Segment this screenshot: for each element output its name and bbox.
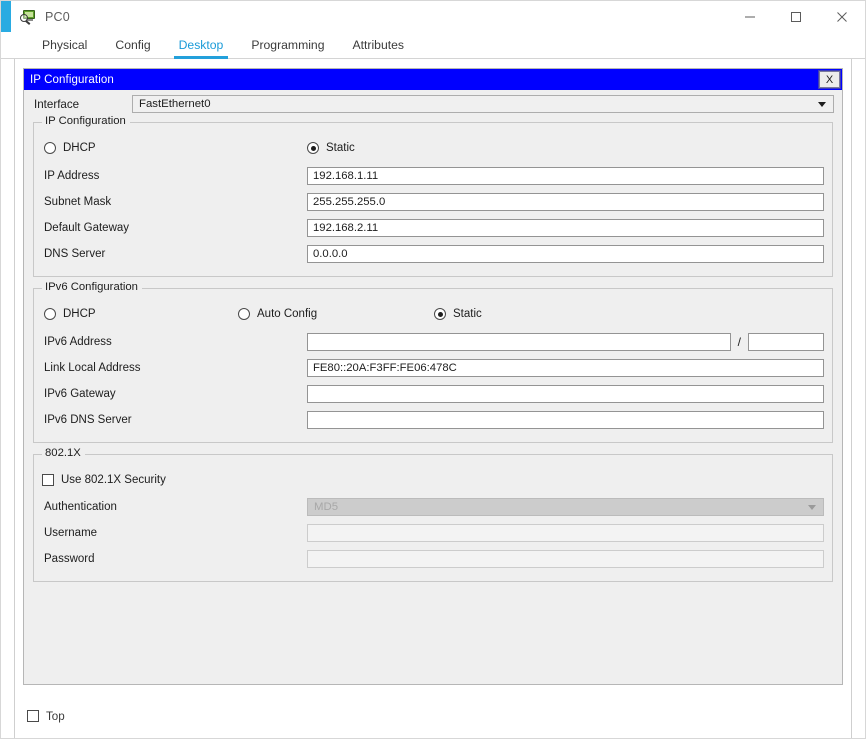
ipv6-gateway-input[interactable] [307, 385, 824, 403]
ipv6-static-radio[interactable] [434, 308, 446, 320]
ip-configuration-title: IP Configuration [30, 73, 114, 86]
tab-config[interactable]: Config [101, 38, 164, 58]
ip-address-input[interactable]: 192.168.1.11 [307, 167, 824, 185]
ip-address-row: IP Address 192.168.1.11 [42, 163, 824, 189]
chevron-down-icon [808, 505, 816, 510]
use-dot1x-security-row[interactable]: Use 802.1X Security [42, 468, 824, 492]
dns-server-label: DNS Server [44, 248, 106, 260]
ipv6-mode-row: DHCP Auto Config Static [42, 302, 824, 326]
close-icon [837, 11, 847, 22]
ipv6-prefix-separator: / [737, 335, 741, 349]
password-label: Password [44, 553, 95, 565]
subnet-mask-input[interactable]: 255.255.255.0 [307, 193, 824, 211]
ipv6-dhcp-radio[interactable] [44, 308, 56, 320]
password-input[interactable] [307, 550, 824, 568]
interface-dropdown-value: FastEthernet0 [139, 98, 211, 110]
subnet-mask-label: Subnet Mask [44, 196, 112, 208]
ipv6-prefix-length-input[interactable] [748, 333, 824, 351]
ipv6-autoconfig-label: Auto Config [257, 308, 318, 320]
packet-tracer-device-window: PC0 Physical Config Desktop Programming … [0, 0, 866, 739]
window-accent-strip [1, 1, 11, 32]
interface-row: Interface FastEthernet0 [24, 90, 842, 118]
minimize-button[interactable] [727, 1, 773, 32]
top-checkbox[interactable] [27, 710, 39, 722]
ipv6-address-input[interactable] [307, 333, 731, 351]
ipv4-configuration-group: IP Configuration DHCP Static IP Address [33, 115, 833, 277]
dns-server-input[interactable]: 0.0.0.0 [307, 245, 824, 263]
pc-magnifier-icon [20, 9, 36, 25]
password-row: Password [42, 546, 824, 572]
ipv4-static-label: Static [326, 142, 355, 154]
authentication-dropdown[interactable]: MD5 [307, 498, 824, 516]
ip-configuration-body: Interface FastEthernet0 IP Configuration… [24, 90, 842, 684]
username-row: Username [42, 520, 824, 546]
minimize-icon [745, 16, 755, 17]
dot1x-group: 802.1X Use 802.1X Security Authenticatio… [33, 447, 833, 582]
ipv6-dns-server-label: IPv6 DNS Server [44, 414, 132, 426]
subnet-mask-row: Subnet Mask 255.255.255.0 [42, 189, 824, 215]
interface-dropdown[interactable]: FastEthernet0 [132, 95, 834, 113]
ipv4-dhcp-label: DHCP [63, 142, 96, 154]
tab-physical[interactable]: Physical [28, 38, 101, 58]
ipv4-static-radio-item[interactable]: Static [307, 142, 355, 154]
maximize-button[interactable] [773, 1, 819, 32]
ipv4-static-radio[interactable] [307, 142, 319, 154]
maximize-icon [791, 11, 801, 22]
use-dot1x-security-checkbox[interactable] [42, 474, 54, 486]
ip-configuration-window: IP Configuration X Interface FastEtherne… [23, 68, 843, 685]
dot1x-group-title: 802.1X [42, 447, 85, 459]
ip-configuration-titlebar: IP Configuration X [24, 69, 842, 90]
ipv6-group-title: IPv6 Configuration [42, 281, 142, 293]
ipv6-autoconfig-radio[interactable] [238, 308, 250, 320]
ipv6-dns-server-row: IPv6 DNS Server [42, 407, 824, 433]
ipv4-dhcp-radio-item[interactable]: DHCP [42, 142, 307, 154]
window-controls [727, 1, 865, 32]
ipv4-mode-row: DHCP Static [42, 136, 824, 160]
default-gateway-row: Default Gateway 192.168.2.11 [42, 215, 824, 241]
link-local-address-row: Link Local Address FE80::20A:F3FF:FE06:4… [42, 355, 824, 381]
ipv6-address-label: IPv6 Address [44, 336, 112, 348]
use-dot1x-security-label: Use 802.1X Security [61, 474, 166, 486]
username-label: Username [44, 527, 98, 539]
tab-programming[interactable]: Programming [237, 38, 338, 58]
ipv6-configuration-group: IPv6 Configuration DHCP Auto Config Stat… [33, 281, 833, 443]
interface-label: Interface [34, 97, 80, 111]
desktop-panel: IP Configuration X Interface FastEtherne… [14, 59, 852, 738]
ip-configuration-close-button[interactable]: X [818, 70, 841, 89]
ip-address-label: IP Address [44, 170, 100, 182]
tab-attributes[interactable]: Attributes [339, 38, 418, 58]
ipv4-group-title: IP Configuration [42, 115, 130, 127]
ipv6-dhcp-label: DHCP [63, 308, 96, 320]
window-titlebar: PC0 [1, 1, 865, 32]
ipv6-static-label: Static [453, 308, 482, 320]
ipv6-dhcp-radio-item[interactable]: DHCP [42, 308, 238, 320]
ipv6-address-row: IPv6 Address / [42, 329, 824, 355]
ipv6-dns-server-input[interactable] [307, 411, 824, 429]
link-local-address-input[interactable]: FE80::20A:F3FF:FE06:478C [307, 359, 824, 377]
default-gateway-input[interactable]: 192.168.2.11 [307, 219, 824, 237]
ipv6-static-radio-item[interactable]: Static [434, 308, 482, 320]
device-tabs: Physical Config Desktop Programming Attr… [1, 32, 865, 59]
ipv4-dhcp-radio[interactable] [44, 142, 56, 154]
ipv6-gateway-row: IPv6 Gateway [42, 381, 824, 407]
chevron-down-icon [818, 102, 826, 107]
ipv6-gateway-label: IPv6 Gateway [44, 388, 116, 400]
tab-desktop[interactable]: Desktop [165, 38, 238, 59]
authentication-dropdown-value: MD5 [314, 501, 339, 513]
top-checkbox-label: Top [46, 709, 65, 723]
default-gateway-label: Default Gateway [44, 222, 130, 234]
window-title: PC0 [45, 9, 70, 24]
username-input[interactable] [307, 524, 824, 542]
authentication-row: Authentication MD5 [42, 494, 824, 520]
authentication-label: Authentication [44, 501, 117, 513]
ipv6-autoconfig-radio-item[interactable]: Auto Config [238, 308, 434, 320]
link-local-address-label: Link Local Address [44, 362, 141, 374]
bottom-bar: Top [15, 694, 851, 738]
dns-server-row: DNS Server 0.0.0.0 [42, 241, 824, 267]
close-button[interactable] [819, 1, 865, 32]
